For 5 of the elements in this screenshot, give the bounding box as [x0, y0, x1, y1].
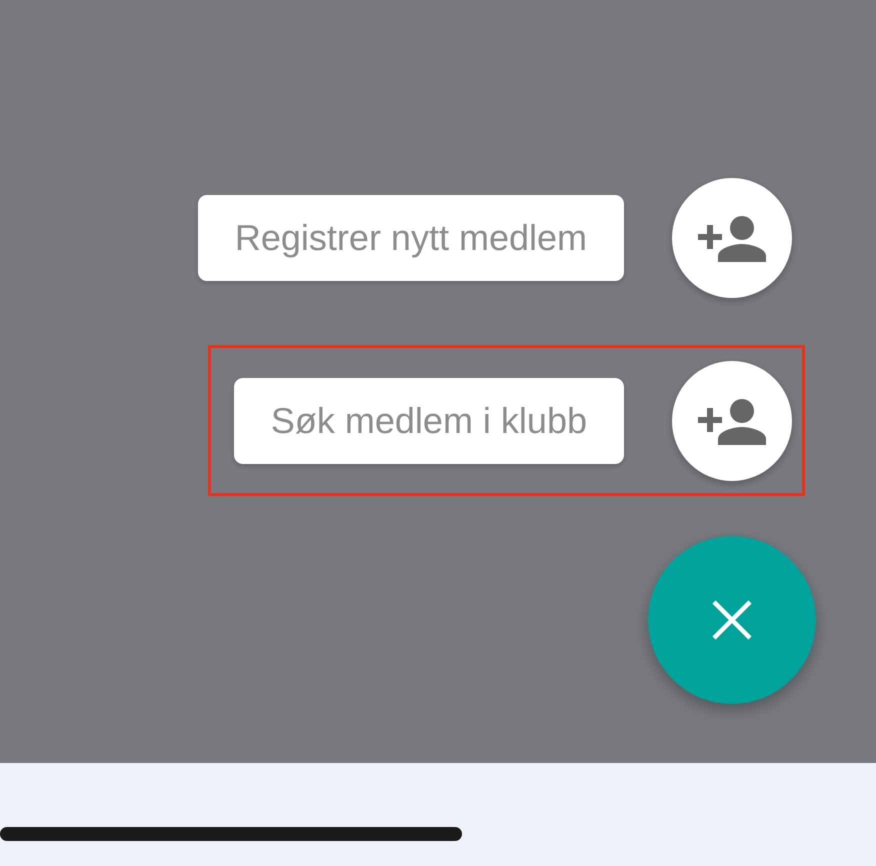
action-label[interactable]: Søk medlem i klubb — [234, 378, 624, 464]
add-person-icon — [698, 397, 766, 445]
close-icon — [711, 599, 753, 641]
add-person-icon — [698, 214, 766, 262]
action-label[interactable]: Registrer nytt medlem — [198, 195, 624, 281]
